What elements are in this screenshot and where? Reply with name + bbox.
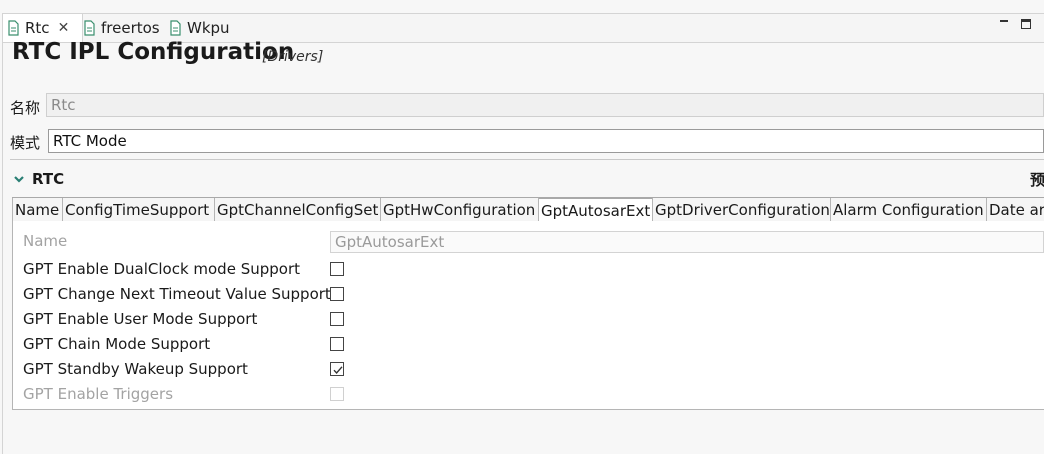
checkmark-icon bbox=[333, 366, 343, 375]
tab-label: Alarm Configuration bbox=[833, 200, 984, 219]
tab-gptautosarext[interactable]: GptAutosarExt bbox=[538, 197, 652, 223]
section-extra-label: 预 bbox=[1030, 171, 1044, 189]
tab-wkpu[interactable]: Wkpu bbox=[169, 14, 230, 42]
user-mode-checkbox[interactable] bbox=[330, 312, 344, 326]
mode-label: 模式 bbox=[10, 134, 41, 152]
name-field-value: Rtc bbox=[51, 96, 76, 114]
tab-date[interactable]: Date ar bbox=[986, 198, 1044, 222]
standby-wakeup-checkbox[interactable] bbox=[330, 362, 344, 376]
tab-name[interactable]: Name bbox=[12, 198, 62, 222]
tab-alarm-configuration[interactable]: Alarm Configuration bbox=[830, 198, 986, 222]
maximize-icon[interactable] bbox=[1020, 18, 1032, 30]
property-label: GPT Enable Triggers bbox=[23, 385, 174, 403]
page-subtitle: [Drivers] bbox=[262, 49, 324, 65]
tab-label: GptDriverConfiguration bbox=[655, 200, 830, 219]
dualclock-checkbox[interactable] bbox=[330, 262, 344, 276]
close-icon[interactable]: ✕ bbox=[58, 20, 70, 36]
page-title: RTC IPL Configuration bbox=[12, 39, 295, 65]
property-label: Name bbox=[23, 232, 68, 250]
minimize-icon[interactable] bbox=[998, 18, 1010, 30]
property-label: GPT Change Next Timeout Value Support bbox=[23, 285, 331, 303]
tab-label: ConfigTimeSupport bbox=[65, 200, 210, 219]
section-rtc[interactable]: RTC bbox=[12, 170, 64, 188]
chain-mode-checkbox[interactable] bbox=[330, 337, 344, 351]
tab-label: Wkpu bbox=[187, 19, 230, 37]
name-value-text: GptAutosarExt bbox=[335, 233, 445, 251]
tab-label: Name bbox=[15, 200, 60, 219]
file-icon bbox=[8, 20, 19, 36]
tab-freertos[interactable]: freertos bbox=[83, 14, 160, 42]
tab-configtimesupport[interactable]: ConfigTimeSupport bbox=[62, 198, 214, 222]
tab-gptchannelconfigset[interactable]: GptChannelConfigSet bbox=[214, 198, 380, 222]
tab-label: Rtc bbox=[25, 19, 50, 37]
property-label: GPT Enable DualClock mode Support bbox=[23, 260, 301, 278]
chevron-down-icon bbox=[14, 176, 24, 183]
file-icon bbox=[170, 20, 181, 36]
tab-label: Date ar bbox=[989, 200, 1044, 219]
name-field[interactable]: Rtc bbox=[46, 93, 1044, 117]
tab-label: GptHwConfiguration bbox=[383, 200, 536, 219]
property-label: GPT Enable User Mode Support bbox=[23, 310, 258, 328]
tab-label: freertos bbox=[101, 19, 160, 37]
enable-triggers-checkbox bbox=[330, 387, 344, 401]
change-next-timeout-checkbox[interactable] bbox=[330, 287, 344, 301]
property-label: GPT Chain Mode Support bbox=[23, 335, 211, 353]
property-label: GPT Standby Wakeup Support bbox=[23, 360, 248, 378]
tab-label: GptAutosarExt bbox=[541, 201, 651, 220]
mode-field[interactable]: RTC Mode bbox=[48, 129, 1044, 153]
name-value-field: GptAutosarExt bbox=[330, 231, 1044, 253]
tab-gptdriverconfiguration[interactable]: GptDriverConfiguration bbox=[652, 198, 830, 222]
tab-gpthwconfiguration[interactable]: GptHwConfiguration bbox=[380, 198, 538, 222]
file-icon bbox=[84, 20, 95, 36]
tab-rtc[interactable]: Rtc ✕ bbox=[3, 14, 83, 42]
divider bbox=[10, 159, 1044, 160]
section-label: RTC bbox=[32, 170, 65, 188]
tab-label: GptChannelConfigSet bbox=[217, 200, 379, 219]
name-label: 名称 bbox=[10, 99, 41, 117]
mode-field-value: RTC Mode bbox=[53, 132, 127, 150]
config-tab-bar: Name ConfigTimeSupport GptChannelConfigS… bbox=[12, 197, 1044, 223]
